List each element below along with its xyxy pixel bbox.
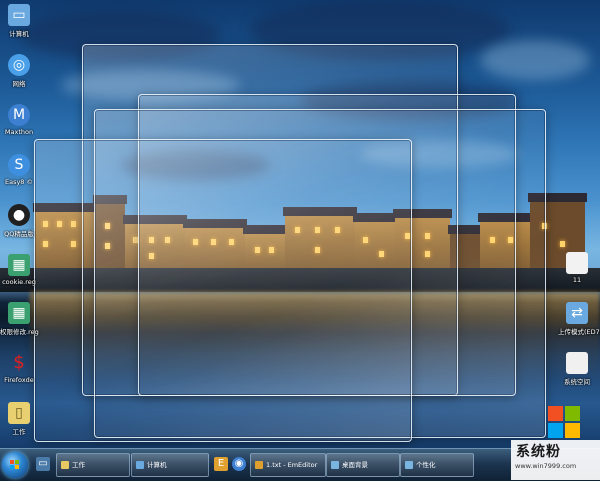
desktop-icon-label: 系统空间	[564, 378, 590, 386]
desktop-icon-firefox[interactable]: $ Firefoxde	[0, 352, 38, 384]
taskbar-item-work[interactable]: 工作	[56, 453, 130, 477]
taskbar-item-label: 桌面背景	[342, 461, 368, 469]
easy8-icon: S	[8, 154, 30, 176]
desktop-icon-easy8[interactable]: S Easy8 ©	[0, 154, 38, 186]
logo-square-red	[548, 406, 563, 421]
blank-document-icon	[566, 252, 588, 274]
taskbar-item-label: 个性化	[416, 461, 436, 469]
taskbar-item-label: 计算机	[147, 461, 167, 469]
qq-penguin-icon: ●	[8, 204, 30, 226]
desktop-icon-label: 11	[572, 276, 582, 284]
maxthon-browser-icon: M	[8, 104, 30, 126]
desktop-icon-network[interactable]: ◎ 网络	[0, 54, 38, 88]
computer-icon: ▭	[8, 4, 30, 26]
network-share-icon: ⇄	[566, 302, 588, 324]
red-swirl-icon: $	[13, 352, 25, 373]
desktop-icon-11[interactable]: 11	[558, 252, 596, 284]
desktop-icon-qq[interactable]: ● QQ精品版	[0, 204, 38, 238]
desktop-icon-label: 网络	[12, 80, 26, 88]
desktop-icon-label: Firefoxde	[4, 376, 34, 384]
document-icon	[566, 352, 588, 374]
desktop-icon-label: Easy8 ©	[4, 178, 34, 186]
desktop-icon-label: cookie.reg	[2, 278, 36, 286]
flip3d-window-front[interactable]	[34, 139, 412, 442]
registry-file-icon: ▦	[8, 302, 30, 324]
desktop-icon-label: 权限修改.reg	[0, 328, 39, 336]
taskbar-item-emeditor[interactable]: 1.txt - EmEditor	[250, 453, 326, 477]
watermark-url: www.win7999.com	[515, 462, 577, 470]
desktop-icon-label: QQ精品版	[4, 230, 34, 238]
taskbar-item-personalization[interactable]: 个性化	[400, 453, 474, 477]
windows-logo-icon	[10, 460, 20, 470]
emeditor-quicklaunch-icon[interactable]: E	[214, 457, 228, 471]
watermark-name: 系统粉	[516, 444, 561, 460]
registry-file-icon: ▦	[8, 254, 30, 276]
logo-square-green	[565, 406, 580, 421]
taskbar: ▭ 工作 计算机 E ◉ 1.txt - EmEditor 桌面背景 个性化	[0, 448, 600, 481]
folder-icon	[61, 461, 69, 469]
desktop-icon-work-folder[interactable]: ▯ 工作	[0, 402, 38, 436]
desktop-background-icon	[331, 461, 339, 469]
network-icon: ◎	[8, 54, 30, 76]
taskbar-item-desktop-background[interactable]: 桌面背景	[326, 453, 400, 477]
desktop-icon-network-share[interactable]: ⇄ 上传模式(ED7B447...	[558, 302, 600, 336]
desktop-icon-system-space[interactable]: 系统空间	[558, 352, 596, 386]
desktop-icon-maxthon[interactable]: M Maxthon	[0, 104, 38, 136]
desktop-icon-computer[interactable]: ▭ 计算机	[0, 4, 38, 38]
folder-icon: ▯	[8, 402, 30, 424]
taskbar-item-label: 工作	[72, 461, 85, 469]
personalization-icon	[405, 461, 413, 469]
taskbar-item-label: 1.txt - EmEditor	[266, 461, 318, 469]
logo-square-blue	[548, 423, 563, 438]
desktop-icon-label: Maxthon	[4, 128, 34, 136]
browser-quicklaunch-icon[interactable]: ◉	[232, 457, 246, 471]
computer-icon	[136, 461, 144, 469]
desktop-icon-label: 计算机	[9, 30, 29, 38]
desktop-icon-permission-reg[interactable]: ▦ 权限修改.reg	[0, 302, 39, 336]
desktop-wallpaper	[0, 0, 600, 480]
logo-square-yellow	[565, 423, 580, 438]
start-button[interactable]	[2, 452, 28, 478]
desktop-icon-label: 工作	[12, 428, 26, 436]
desktop-icon-label: 上传模式(ED7B447...	[558, 328, 600, 336]
show-desktop-icon[interactable]: ▭	[36, 457, 50, 471]
emeditor-icon	[255, 461, 263, 469]
desktop-icon-cookie-reg[interactable]: ▦ cookie.reg	[0, 254, 38, 286]
taskbar-item-computer[interactable]: 计算机	[131, 453, 209, 477]
